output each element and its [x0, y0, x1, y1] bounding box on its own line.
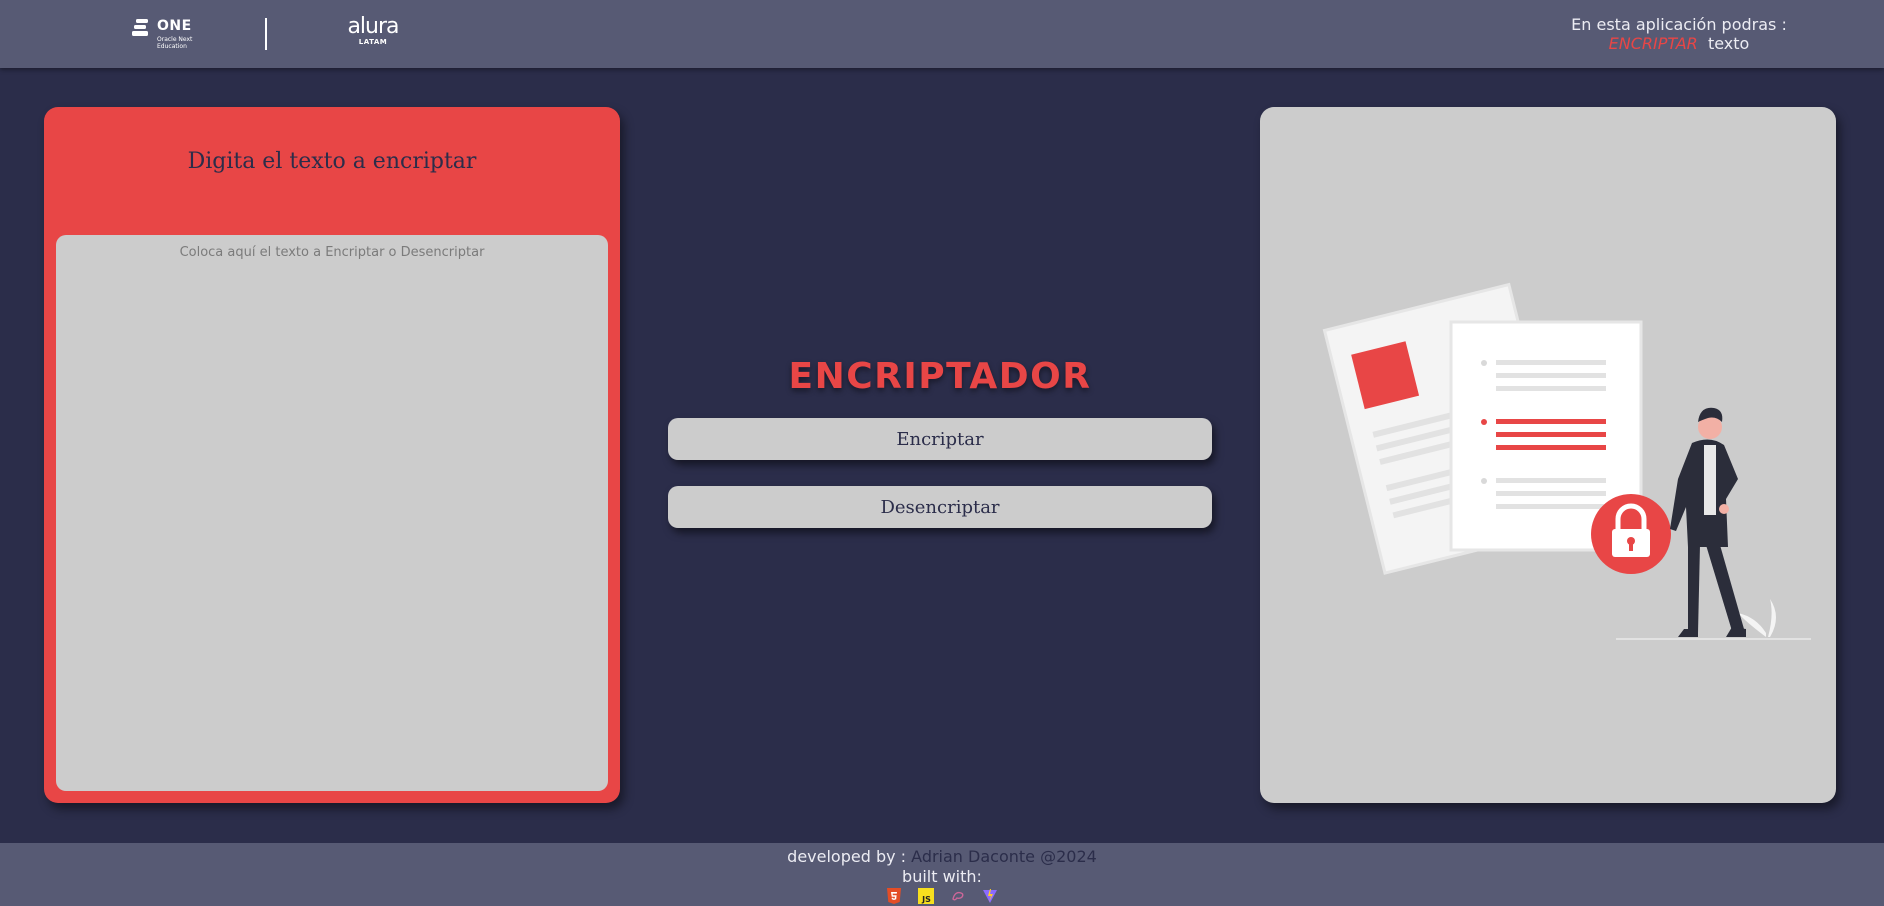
header-info: En esta aplicación podras : ENCRIPTAR te… — [1554, 15, 1804, 53]
svg-text:JS: JS — [921, 895, 931, 904]
header-info-highlight: ENCRIPTAR — [1608, 34, 1698, 53]
header-info-line2: ENCRIPTAR texto — [1554, 34, 1804, 53]
tech-icons: JS — [0, 888, 1884, 904]
encrypt-button[interactable]: Encriptar — [668, 418, 1212, 460]
decrypt-button[interactable]: Desencriptar — [668, 486, 1212, 528]
one-stack-icon — [132, 19, 148, 36]
header-info-suffix: texto — [1707, 34, 1750, 53]
logo-divider — [265, 18, 267, 50]
alura-logo-text: alura — [347, 14, 399, 39]
input-panel-title: Digita el texto a encriptar — [187, 149, 477, 174]
vite-icon — [983, 889, 997, 903]
oracle-one-logo: ONE Oracle Next Education — [132, 18, 202, 52]
footer-credit: developed by : Adrian Daconte @2024 — [0, 848, 1884, 866]
sass-icon — [952, 891, 964, 901]
text-input[interactable] — [56, 235, 608, 791]
alura-logo-region: LATAM — [358, 38, 388, 46]
one-logo-text: ONE — [157, 18, 192, 34]
app-title: ENCRIPTADOR — [788, 356, 1092, 397]
header: ONE Oracle Next Education alura LATAM En… — [0, 0, 1884, 68]
footer: developed by : Adrian Daconte @2024 buil… — [0, 843, 1884, 906]
html5-icon — [887, 888, 901, 904]
footer-developed-by: developed by : — [787, 847, 907, 866]
output-panel — [1260, 107, 1836, 803]
header-info-line1: En esta aplicación podras : — [1571, 15, 1787, 34]
input-panel: Digita el texto a encriptar — [44, 107, 620, 803]
one-logo-subtitle: Oracle Next Education — [157, 36, 193, 50]
footer-author: Adrian Daconte @2024 — [911, 847, 1097, 866]
javascript-icon: JS — [918, 888, 934, 904]
alura-logo: alura LATAM — [345, 15, 401, 53]
footer-built-with: built with: — [902, 867, 982, 886]
security-illustration — [1322, 282, 1811, 640]
